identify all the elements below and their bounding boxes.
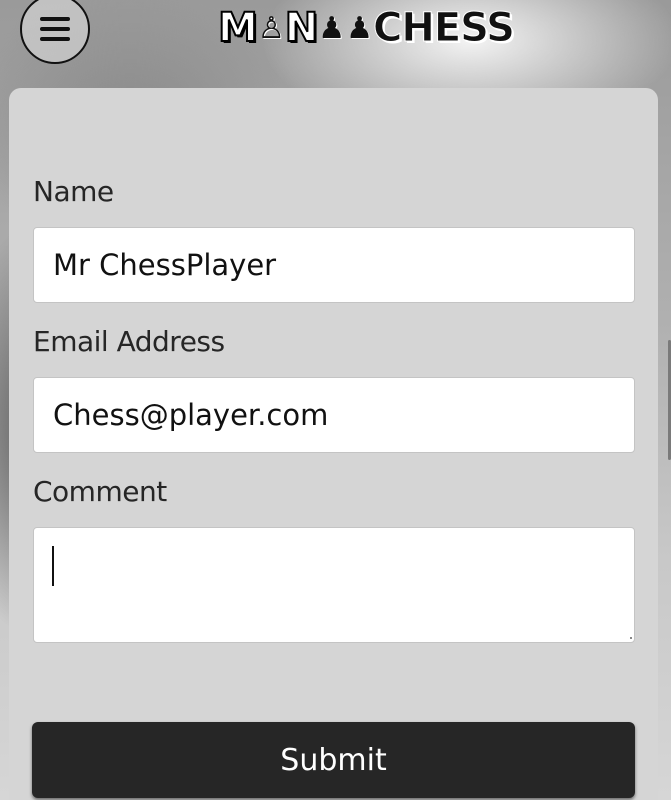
- text-caret: [52, 546, 54, 586]
- email-input[interactable]: Chess@player.com: [33, 377, 635, 453]
- comment-textarea[interactable]: [33, 527, 635, 643]
- name-input-value: Mr ChessPlayer: [53, 248, 277, 282]
- logo-letter: M: [217, 4, 259, 52]
- comment-label: Comment: [33, 475, 167, 508]
- name-input[interactable]: Mr ChessPlayer: [33, 227, 635, 303]
- hamburger-menu-icon-bar: [40, 27, 70, 31]
- resize-handle-icon[interactable]: [630, 637, 632, 639]
- app-header: M ♙ N ♟ ♟ CHESS: [0, 0, 671, 78]
- hamburger-menu-icon: [40, 17, 70, 21]
- logo-word: CHESS: [373, 5, 516, 52]
- pawn-icon: ♟: [318, 10, 345, 46]
- pawn-icon: ♟: [346, 10, 373, 46]
- name-label: Name: [33, 175, 114, 208]
- email-label: Email Address: [33, 325, 225, 358]
- logo-letter: N: [284, 4, 320, 52]
- site-logo[interactable]: M ♙ N ♟ ♟ CHESS: [217, 0, 516, 56]
- pawn-icon: ♙: [257, 10, 285, 46]
- hamburger-menu-icon-bar: [40, 37, 70, 41]
- submit-button[interactable]: Submit: [32, 722, 635, 798]
- menu-button[interactable]: [20, 0, 90, 64]
- email-input-value: Chess@player.com: [53, 398, 329, 432]
